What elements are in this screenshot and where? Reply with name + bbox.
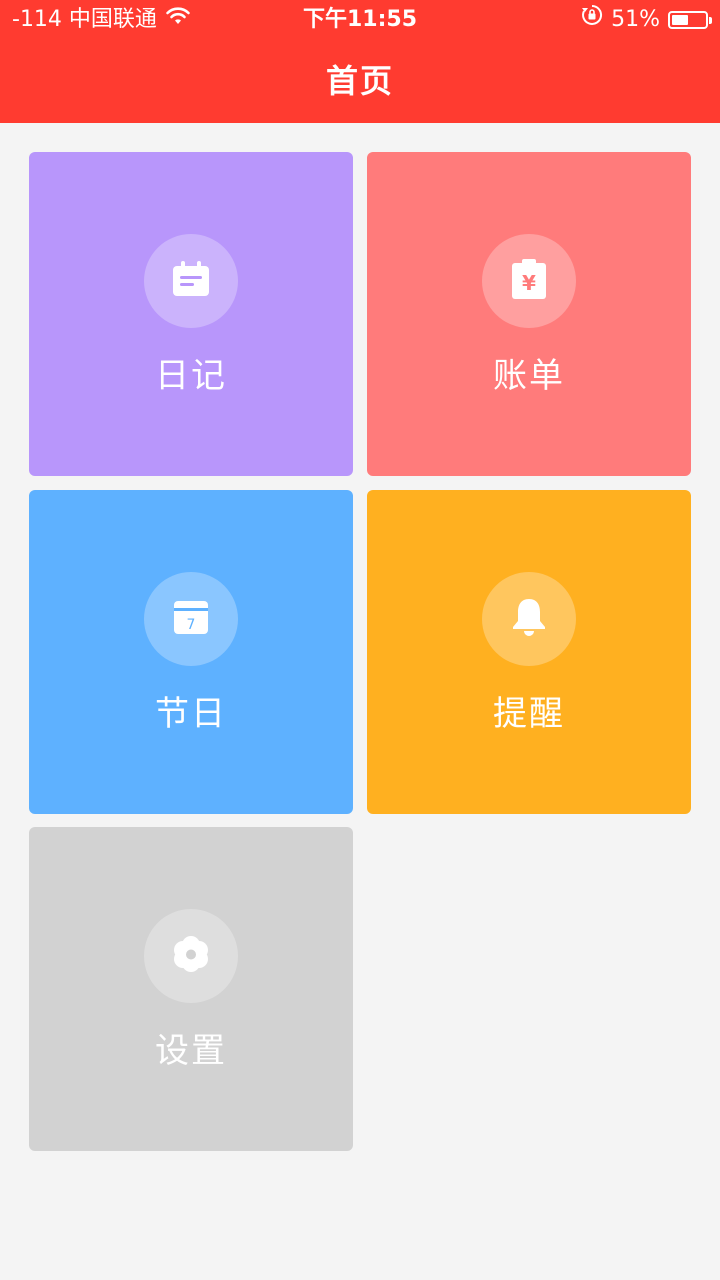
tile-bill[interactable]: ¥ 账单 <box>367 152 691 476</box>
tile-holiday[interactable]: 7 节日 <box>29 490 353 814</box>
tile-label: 提醒 <box>493 694 565 734</box>
calendar-day: 7 <box>187 617 196 633</box>
diary-icon <box>171 260 211 302</box>
calendar-icon: 7 <box>173 599 209 639</box>
page-title: 首页 <box>325 62 394 100</box>
status-right: 51% <box>581 0 712 40</box>
bill-symbol: ¥ <box>522 271 536 295</box>
bill-icon: ¥ <box>511 258 547 304</box>
battery-fill <box>672 15 688 25</box>
rotation-lock-icon <box>581 0 603 40</box>
tile-label: 账单 <box>493 356 565 396</box>
tile-icon-circle <box>482 572 576 666</box>
bell-icon <box>511 597 547 641</box>
status-bar: -114 中国联通 下午11:55 51% <box>0 0 720 40</box>
tile-icon-circle: 7 <box>144 572 238 666</box>
tile-diary[interactable]: 日记 <box>29 152 353 476</box>
tile-label: 节日 <box>155 694 227 734</box>
battery-icon <box>668 11 712 29</box>
tile-label: 设置 <box>155 1031 227 1071</box>
tile-icon-circle <box>144 234 238 328</box>
tile-label: 日记 <box>155 356 227 396</box>
tile-icon-circle <box>144 909 238 1003</box>
tile-icon-circle: ¥ <box>482 234 576 328</box>
battery-percent: 51% <box>611 7 660 32</box>
app-header: -114 中国联通 下午11:55 51% 首页 <box>0 0 720 123</box>
gear-icon <box>171 934 211 978</box>
tile-settings[interactable]: 设置 <box>29 827 353 1151</box>
tile-reminder[interactable]: 提醒 <box>367 490 691 814</box>
